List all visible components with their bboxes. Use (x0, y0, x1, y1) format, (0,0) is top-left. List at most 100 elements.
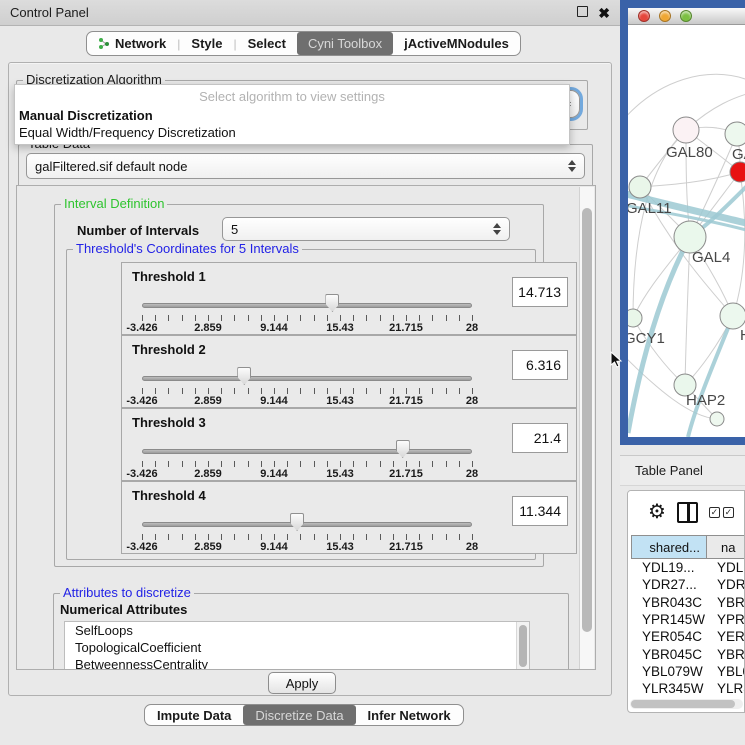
slider-tick-label: -3.426 (126, 395, 157, 407)
bottom-tab-impute-data[interactable]: Impute Data (145, 705, 243, 725)
minimize-traffic-icon[interactable] (659, 10, 671, 22)
table-cell[interactable]: YLR345W (631, 681, 707, 696)
slider-tick (261, 534, 262, 540)
threshold-value-field[interactable]: 21.4 (512, 423, 568, 453)
network-node-GAL11[interactable] (629, 176, 651, 198)
threshold-slider-thumb[interactable] (290, 513, 304, 531)
combo-spinner-icon (568, 160, 576, 172)
threshold-value-field[interactable]: 14.713 (512, 277, 568, 307)
vertical-scrollbar-thumb[interactable] (582, 208, 592, 632)
threshold-value-field[interactable]: 6.316 (512, 350, 568, 380)
table-row[interactable]: YLR345WYLR3 (631, 680, 745, 697)
network-node-red-node[interactable] (730, 162, 745, 182)
network-node-label: HA (740, 327, 745, 344)
slider-tick (168, 461, 169, 467)
tab-jactivemnodules[interactable]: jActiveMNodules (393, 32, 520, 55)
checkbox-icon[interactable]: ✓ (709, 507, 720, 518)
threshold-slider-thumb[interactable] (325, 294, 339, 312)
threshold-slider-track[interactable] (142, 303, 472, 308)
tab-style[interactable]: Style (180, 32, 233, 55)
tab-network[interactable]: Network (87, 32, 177, 55)
zoom-traffic-icon[interactable] (680, 10, 692, 22)
table-row[interactable]: YDL19...YDL1 (631, 559, 745, 576)
threshold-slider-thumb[interactable] (396, 440, 410, 458)
table-row[interactable]: YER054CYER0 (631, 628, 745, 645)
network-node-GAL80[interactable] (673, 117, 699, 143)
vertical-scrollbar[interactable] (579, 187, 594, 670)
network-node-node-top-right[interactable] (725, 122, 745, 146)
network-node-H-node[interactable] (720, 303, 745, 329)
table-row[interactable]: YBR045CYBR0 (631, 645, 745, 662)
num-intervals-combobox[interactable]: 5 (222, 217, 510, 241)
column-view-icon[interactable] (677, 502, 698, 523)
table-cell[interactable]: YDR2 (707, 577, 745, 592)
table-cell[interactable]: YBR0 (707, 647, 745, 662)
slider-tick (234, 388, 235, 394)
attribute-list-item[interactable]: SelfLoops (65, 622, 529, 639)
network-node-label: GAL4 (692, 249, 730, 266)
attributes-scrollbar[interactable] (516, 622, 529, 670)
slider-tick (393, 388, 394, 394)
table-cell[interactable]: YBL0 (707, 664, 745, 679)
network-node-node-bottom-small[interactable] (710, 412, 724, 426)
table-cell[interactable]: YDL1 (707, 560, 745, 575)
slider-tick-label: 9.144 (260, 395, 288, 407)
threshold-slider-thumb[interactable] (237, 367, 251, 385)
slider-tick (168, 315, 169, 321)
network-node-label: GA (732, 146, 745, 163)
table-cell[interactable]: YDL19... (631, 560, 707, 575)
close-icon[interactable]: ✖ (598, 6, 610, 20)
threshold-slider-track[interactable] (142, 522, 472, 527)
tab-label: Network (115, 36, 166, 51)
horizontal-scrollbar-thumb[interactable] (631, 700, 735, 708)
float-window-button[interactable] (577, 6, 588, 19)
attribute-list-item[interactable]: BetweennessCentrality (65, 656, 529, 670)
table-cell[interactable]: YLR3 (707, 681, 745, 696)
attributes-list[interactable]: SelfLoopsTopologicalCoefficientBetweenne… (64, 621, 530, 670)
slider-tick (327, 315, 328, 321)
slider-tick (221, 388, 222, 394)
table-cell[interactable]: YBR043C (631, 595, 707, 610)
table-cell[interactable]: YDR27... (631, 577, 707, 592)
slider-tick (446, 534, 447, 540)
gear-icon[interactable]: ⚙ (648, 502, 666, 522)
apply-button[interactable]: Apply (268, 672, 336, 694)
table-column-header[interactable]: shared... (631, 535, 707, 559)
bottom-tab-discretize-data[interactable]: Discretize Data (243, 705, 355, 725)
network-window-titlebar (628, 8, 745, 25)
network-node-GCY1[interactable] (628, 309, 642, 327)
table-row[interactable]: YDR27...YDR2 (631, 576, 745, 593)
table-cell[interactable]: YER054C (631, 629, 707, 644)
slider-tick (366, 461, 367, 467)
tab-select[interactable]: Select (237, 32, 297, 55)
threshold-label: Threshold 4 (132, 488, 206, 503)
slider-tick (208, 461, 209, 467)
table-cell[interactable]: YPR145W (631, 612, 707, 627)
bottom-tab-infer-network[interactable]: Infer Network (356, 705, 463, 725)
tab-cyni-toolbox[interactable]: Cyni Toolbox (297, 32, 393, 55)
network-view-window[interactable]: GAL80GACGAL11GAL4GCY1HAHAP2 (620, 0, 745, 445)
dropdown-option[interactable]: Manual Discretization (15, 107, 569, 124)
attribute-list-item[interactable]: TopologicalCoefficient (65, 639, 529, 656)
table-toolbar: ⚙ ✓ ✓ (628, 491, 744, 533)
close-traffic-icon[interactable] (638, 10, 650, 22)
table-cell[interactable]: YBR0 (707, 595, 745, 610)
table-data-combobox[interactable]: galFiltered.sif default node (26, 153, 585, 179)
table-row[interactable]: YPR145WYPR1 (631, 611, 745, 628)
table-cell[interactable]: YER0 (707, 629, 745, 644)
table-cell[interactable]: YPR1 (707, 612, 745, 627)
threshold-value-field[interactable]: 11.344 (512, 496, 568, 526)
table-column-header[interactable]: na (707, 535, 745, 559)
table-row[interactable]: YBL079WYBL0 (631, 663, 745, 680)
table-cell[interactable]: YBL079W (631, 664, 707, 679)
threshold-label: Threshold 2 (132, 342, 206, 357)
threshold-slider-track[interactable] (142, 376, 472, 381)
attributes-scrollbar-thumb[interactable] (519, 625, 527, 667)
dropdown-option[interactable]: Equal Width/Frequency Discretization (15, 124, 569, 141)
checkbox-icon[interactable]: ✓ (723, 507, 734, 518)
network-canvas[interactable]: GAL80GACGAL11GAL4GCY1HAHAP2 (628, 25, 745, 437)
horizontal-scrollbar[interactable] (630, 699, 743, 709)
table-row[interactable]: YBR043CYBR0 (631, 594, 745, 611)
table-cell[interactable]: YBR045C (631, 647, 707, 662)
threshold-slider-track[interactable] (142, 449, 472, 454)
